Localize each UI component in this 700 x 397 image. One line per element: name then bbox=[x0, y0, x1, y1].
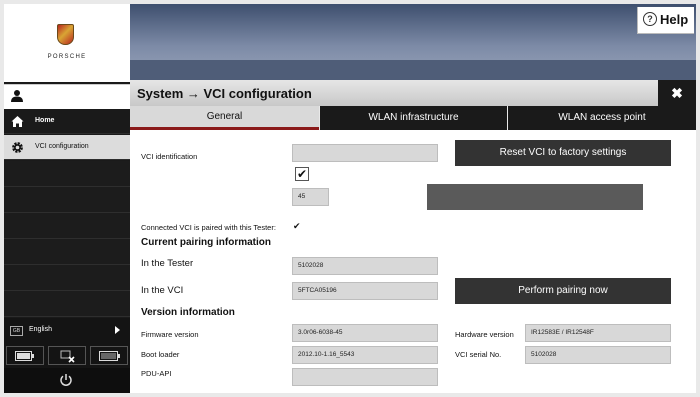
hardware-version-value: IR12583E / IR12548F bbox=[525, 324, 671, 342]
pdu-api-label: PDU-API bbox=[141, 369, 172, 378]
sidebar-empty-slot bbox=[4, 187, 130, 213]
user-row[interactable] bbox=[4, 84, 130, 109]
title-bar: System → VCI configuration ✖ bbox=[130, 80, 696, 106]
vci-serial-value: 5102028 bbox=[525, 346, 671, 364]
flag-icon: GB bbox=[10, 326, 23, 336]
version-information-heading: Version information bbox=[141, 307, 235, 318]
user-icon bbox=[11, 90, 23, 102]
sidebar-item-home[interactable]: Home bbox=[4, 109, 130, 134]
sidebar-item-label: VCI configuration bbox=[35, 143, 89, 150]
pdu-api-value bbox=[292, 368, 438, 386]
power-icon[interactable] bbox=[59, 373, 73, 387]
sidebar-empty-slot bbox=[4, 239, 130, 265]
language-selector[interactable]: GB English bbox=[4, 318, 130, 343]
connection-status[interactable] bbox=[48, 346, 86, 365]
vci-serial-label: VCI serial No. bbox=[455, 350, 502, 359]
boot-loader-value: 2012.10-1.16_5543 bbox=[292, 346, 438, 364]
tester-pairing-value: 5102028 bbox=[292, 257, 438, 275]
firmware-version-label: Firmware version bbox=[141, 330, 199, 339]
help-button[interactable]: ? Help bbox=[637, 7, 694, 34]
gear-icon bbox=[12, 142, 23, 153]
in-vci-label: In the VCI bbox=[141, 285, 184, 296]
language-label: English bbox=[29, 326, 52, 333]
battery-empty-icon bbox=[99, 351, 120, 361]
paired-check-icon: ✔ bbox=[293, 221, 301, 231]
vci-battery-status[interactable] bbox=[90, 346, 128, 365]
firmware-version-value: 3.0r06-6038-45 bbox=[292, 324, 438, 342]
vci-identification-field[interactable] bbox=[292, 144, 438, 162]
battery-status[interactable] bbox=[6, 346, 44, 365]
home-icon bbox=[11, 116, 24, 127]
paired-status-label: Connected VCI is paired with this Tester… bbox=[141, 223, 276, 232]
help-icon: ? bbox=[643, 12, 657, 26]
brand-wordmark: PORSCHE bbox=[47, 54, 87, 60]
sidebar-item-vci-configuration[interactable]: VCI configuration bbox=[4, 135, 130, 160]
sidebar-empty-slot bbox=[4, 265, 130, 291]
chevron-right-icon bbox=[115, 326, 120, 334]
boot-loader-label: Boot loader bbox=[141, 350, 180, 359]
battery-icon bbox=[15, 351, 34, 361]
sidebar: PORSCHE Home VCI configuration GB Englis… bbox=[4, 4, 130, 393]
page-title: System → VCI configuration bbox=[137, 86, 312, 101]
vci-disconnected-icon bbox=[60, 350, 75, 363]
status-row bbox=[4, 343, 130, 368]
vci-pairing-value: 5FTCA05196 bbox=[292, 282, 438, 300]
perform-pairing-button[interactable]: Perform pairing now bbox=[455, 278, 671, 304]
tab-wlan-infrastructure[interactable]: WLAN infrastructure bbox=[320, 106, 507, 130]
tab-wlan-access-point[interactable]: WLAN access point bbox=[508, 106, 696, 130]
hardware-version-label: Hardware version bbox=[455, 330, 514, 339]
sidebar-empty-slot bbox=[4, 161, 130, 187]
in-tester-label: In the Tester bbox=[141, 258, 194, 269]
status-bar-field bbox=[427, 184, 643, 210]
sidebar-empty-slot bbox=[4, 291, 130, 317]
power-row bbox=[4, 368, 130, 393]
header-banner: ? Help bbox=[130, 4, 696, 80]
banner-stripe bbox=[130, 60, 696, 80]
help-label: Help bbox=[660, 12, 689, 27]
logo-area: PORSCHE bbox=[4, 4, 130, 82]
general-panel: VCI identification Reset VCI to factory … bbox=[130, 130, 696, 393]
reset-vci-button[interactable]: Reset VCI to factory settings bbox=[455, 140, 671, 166]
sidebar-empty-slot bbox=[4, 213, 130, 239]
tab-general[interactable]: General bbox=[130, 106, 319, 130]
number-field[interactable]: 45 bbox=[292, 188, 329, 206]
close-button[interactable]: ✖ bbox=[658, 80, 696, 106]
sidebar-item-label: Home bbox=[35, 117, 55, 124]
porsche-crest-logo bbox=[57, 24, 74, 45]
current-pairing-heading: Current pairing information bbox=[141, 237, 271, 248]
enable-checkbox[interactable]: ✔ bbox=[295, 167, 309, 181]
vci-identification-label: VCI identification bbox=[141, 152, 198, 161]
